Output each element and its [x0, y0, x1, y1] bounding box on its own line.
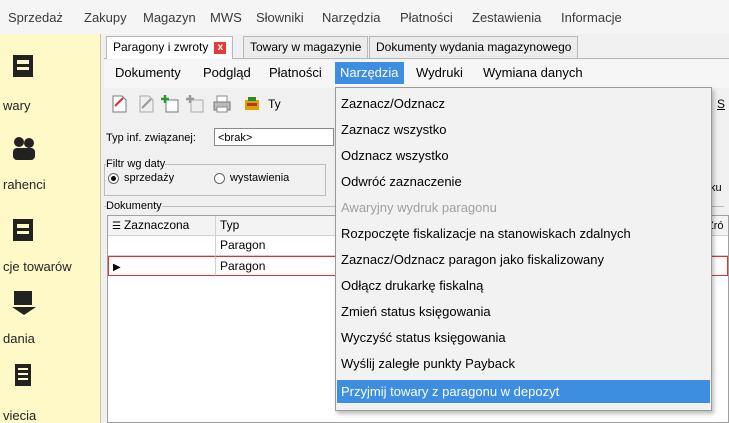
menu-magazyn[interactable]: Magazyn: [143, 10, 196, 25]
documents-group-label: Dokumenty: [106, 200, 162, 212]
copy-icon[interactable]: [186, 94, 206, 114]
main-menubar: Sprzedaż Zakupy Magazyn MWS Słowniki Nar…: [0, 0, 729, 34]
contractors-icon: [13, 137, 35, 160]
menu-item-odwroc-zaznaczenie[interactable]: Odwróć zaznaczenie: [337, 170, 710, 193]
tab-dokumenty-wydania[interactable]: Dokumenty wydania magazynowego: [369, 36, 579, 58]
menu-item-rozpoczete-fiskalizacje[interactable]: Rozpoczęte fiskalizacje na stanowiskach …: [337, 222, 710, 245]
menu-item-wyczysc-status[interactable]: Wyczyść status księgowania: [337, 326, 710, 349]
tab-towary-w-magazynie[interactable]: Towary w magazynie: [243, 36, 369, 58]
menu-item-odznacz-wszystko[interactable]: Odznacz wszystko: [337, 144, 710, 167]
column-chooser-icon: ☰: [112, 221, 121, 232]
menu-item-zaznacz-odznacz[interactable]: Zaznacz/Odznacz: [337, 92, 710, 115]
radio-label: wystawienia: [230, 172, 290, 184]
receipt-icon: [15, 364, 31, 386]
narzedzia-dropdown-menu: Zaznacz/Odznacz Zaznacz wszystko Odznacz…: [335, 87, 712, 411]
menu-slowniki[interactable]: Słowniki: [256, 10, 304, 25]
menu-podglad[interactable]: Podgląd: [198, 62, 256, 84]
menu-item-zaznacz-wszystko[interactable]: Zaznacz wszystko: [337, 118, 710, 141]
menu-narzedzia-doc[interactable]: Narzędzia: [335, 62, 404, 84]
menu-item-zmien-status[interactable]: Zmień status księgowania: [337, 300, 710, 323]
sidebar-item-label: cje towarów: [3, 259, 72, 274]
menu-narzedzia[interactable]: Narzędzia: [322, 10, 381, 25]
current-row-arrow-icon: ▶: [113, 262, 121, 273]
date-filter-label: Filtr wg daty: [106, 158, 166, 170]
tab-label: Dokumenty wydania magazynowego: [376, 40, 572, 54]
column-header-typ[interactable]: Typ: [216, 216, 336, 236]
tools-icon[interactable]: [242, 94, 262, 114]
column-header-zaznaczona[interactable]: ☰ Zaznaczona: [108, 216, 216, 236]
new-document-icon[interactable]: [109, 94, 129, 114]
menu-item-payback[interactable]: Wyślij zaległe punkty Payback: [337, 352, 710, 375]
menu-item-paragon-fiskalizowany[interactable]: Zaznacz/Odznacz paragon jako fiskalizowa…: [337, 248, 710, 271]
add-icon[interactable]: [161, 94, 181, 114]
edit-icon[interactable]: [136, 94, 156, 114]
print-icon[interactable]: [212, 94, 232, 114]
menu-platnosci-doc[interactable]: Płatności: [264, 62, 327, 84]
menu-platnosci[interactable]: Płatności: [400, 10, 453, 25]
related-info-label: Typ inf. związanej:: [106, 132, 196, 144]
issue-icon: [12, 291, 36, 315]
radio-sprzedazy[interactable]: sprzedaży: [108, 172, 174, 184]
menu-wymiana-danych[interactable]: Wymiana danych: [478, 62, 588, 84]
close-icon[interactable]: x: [214, 41, 227, 54]
toolbar-type-label: Ty: [268, 97, 281, 111]
tab-label: Paragony i zwroty: [113, 40, 209, 54]
goods-icon: [13, 55, 33, 77]
column-header-label: Zaznaczona: [123, 218, 190, 232]
sidebar-item-label: rahenci: [3, 177, 46, 192]
sidebar-item-label: viecia: [3, 408, 37, 423]
radio-selected-icon: [108, 172, 119, 184]
goods-operations-icon: [13, 219, 33, 241]
tab-strip: Paragony i zwroty x Towary w magazynie Do…: [104, 34, 729, 59]
module-sidebar: wary rahenci cje towarów dania viecia: [0, 34, 101, 423]
menu-item-przyjmij-depozyt[interactable]: Przyjmij towary z paragonu w depozyt: [337, 380, 710, 403]
row-selected-cell[interactable]: ▶: [108, 256, 216, 276]
radio-label: sprzedaży: [124, 172, 175, 184]
related-info-select[interactable]: <brak>: [214, 128, 334, 146]
menu-dokumenty[interactable]: Dokumenty: [110, 62, 186, 84]
menu-item-odlacz-drukarke[interactable]: Odłącz drukarkę fiskalną: [337, 274, 710, 297]
sidebar-item-label: wary: [3, 98, 31, 113]
tab-label: Towary w magazynie: [250, 40, 362, 54]
radio-wystawienia[interactable]: wystawienia: [214, 172, 289, 184]
row-type-cell: Paragon: [216, 236, 336, 256]
menu-mws[interactable]: MWS: [210, 10, 242, 25]
row-selected-cell[interactable]: [108, 236, 216, 256]
tab-paragony-i-zwroty[interactable]: Paragony i zwroty x: [106, 36, 234, 59]
sidebar-item-label: dania: [3, 331, 35, 346]
menu-item-awaryjny-wydruk: Awaryjny wydruk paragonu: [341, 200, 497, 215]
menu-wydruki[interactable]: Wydruki: [411, 62, 468, 84]
radio-unselected-icon: [214, 172, 225, 184]
document-menubar: Dokumenty Podgląd Płatności Narzędzia Wy…: [104, 60, 729, 88]
row-type-cell: Paragon: [216, 256, 336, 276]
toolbar-right-label: S: [717, 97, 726, 111]
menu-zestawienia[interactable]: Zestawienia: [472, 10, 541, 25]
menu-sprzedaz[interactable]: Sprzedaż: [8, 10, 63, 25]
menu-informacje[interactable]: Informacje: [561, 10, 622, 25]
menu-zakupy[interactable]: Zakupy: [84, 10, 127, 25]
